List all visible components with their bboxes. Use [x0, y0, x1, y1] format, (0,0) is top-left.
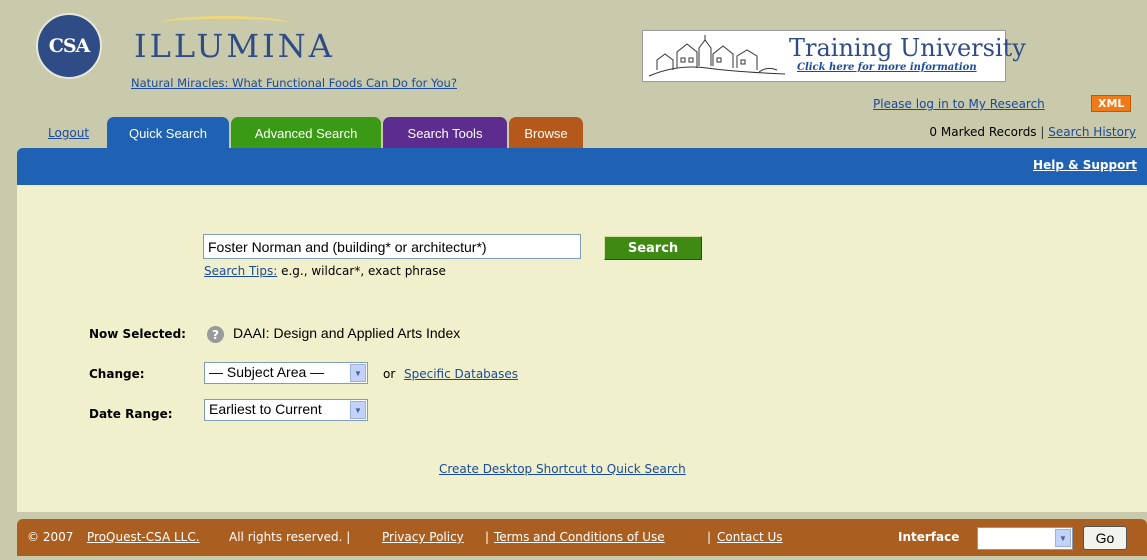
search-tips: Search Tips: e.g., wildcar*, exact phras…: [204, 264, 446, 278]
separator: |: [1040, 125, 1045, 139]
xml-badge[interactable]: XML: [1091, 95, 1132, 112]
header: CSA ILLUMINA Natural Miracles: What Func…: [0, 0, 1147, 150]
language-value: English: [982, 529, 1032, 546]
copyright-text: © 2007: [27, 530, 74, 544]
search-tips-link[interactable]: Search Tips:: [204, 264, 277, 278]
chevron-down-icon[interactable]: ▼: [350, 364, 366, 382]
date-range-value: Earliest to Current: [209, 401, 322, 417]
chevron-down-icon[interactable]: ▼: [350, 401, 366, 419]
chevron-down-icon[interactable]: ▼: [1055, 529, 1071, 547]
search-tips-text: e.g., wildcar*, exact phrase: [281, 264, 446, 278]
footer-spacer: [17, 512, 1147, 519]
logout-link[interactable]: Logout: [48, 126, 89, 140]
tab-browse[interactable]: Browse: [509, 117, 583, 150]
castle-sketch-icon: [648, 35, 786, 77]
subject-area-value: — Subject Area —: [209, 364, 325, 380]
training-university-banner[interactable]: Training University Click here for more …: [642, 30, 1026, 82]
separator: |: [707, 530, 712, 544]
promo-link[interactable]: Natural Miracles: What Functional Foods …: [131, 76, 511, 90]
interface-label: Interface: [898, 530, 960, 544]
subject-area-select[interactable]: — Subject Area — ▼: [204, 362, 368, 384]
search-history-link[interactable]: Search History: [1048, 125, 1136, 139]
privacy-policy-link[interactable]: Privacy Policy: [382, 530, 464, 544]
records-bar: 0 Marked Records | Search History: [868, 125, 1136, 139]
question-circle-icon[interactable]: ?: [207, 326, 224, 343]
rights-text: All rights reserved. |: [229, 530, 351, 544]
now-selected-label: Now Selected:: [89, 327, 186, 341]
company-link[interactable]: ProQuest-CSA LLC.: [87, 530, 200, 544]
brand-title: ILLUMINA: [134, 27, 335, 65]
language-select[interactable]: English ▼: [977, 527, 1073, 550]
subnav-bar: Help & Support: [17, 148, 1147, 185]
separator: |: [485, 530, 490, 544]
date-range-label: Date Range:: [89, 407, 173, 421]
or-text: or: [383, 367, 396, 381]
search-button[interactable]: Search: [604, 236, 702, 260]
tab-search-tools[interactable]: Search Tools: [383, 117, 507, 150]
marked-records-count[interactable]: 0 Marked Records: [929, 125, 1036, 139]
desktop-shortcut-link[interactable]: Create Desktop Shortcut to Quick Search: [439, 462, 686, 476]
change-label: Change:: [89, 367, 145, 381]
specific-databases-link[interactable]: Specific Databases: [404, 367, 518, 381]
date-range-select[interactable]: Earliest to Current ▼: [204, 399, 368, 421]
go-button[interactable]: Go: [1083, 526, 1127, 550]
search-input[interactable]: [203, 234, 581, 259]
contact-us-link[interactable]: Contact Us: [717, 530, 783, 544]
selected-database: DAAI: Design and Applied Arts Index: [233, 325, 461, 341]
banner-title: Training University: [789, 34, 1026, 62]
footer: © 2007 ProQuest-CSA LLC. All rights rese…: [17, 519, 1147, 556]
terms-link[interactable]: Terms and Conditions of Use: [494, 530, 665, 544]
quick-search-panel: Search Search Tips: e.g., wildcar*, exac…: [17, 185, 1147, 512]
login-my-research-link[interactable]: Please log in to My Research: [873, 97, 1045, 111]
help-support-link[interactable]: Help & Support: [1033, 158, 1137, 172]
banner-subtitle-link[interactable]: Click here for more information: [797, 62, 977, 73]
csa-logo[interactable]: CSA: [36, 13, 102, 79]
tab-advanced-search[interactable]: Advanced Search: [231, 117, 381, 150]
tab-quick-search[interactable]: Quick Search: [107, 117, 229, 150]
